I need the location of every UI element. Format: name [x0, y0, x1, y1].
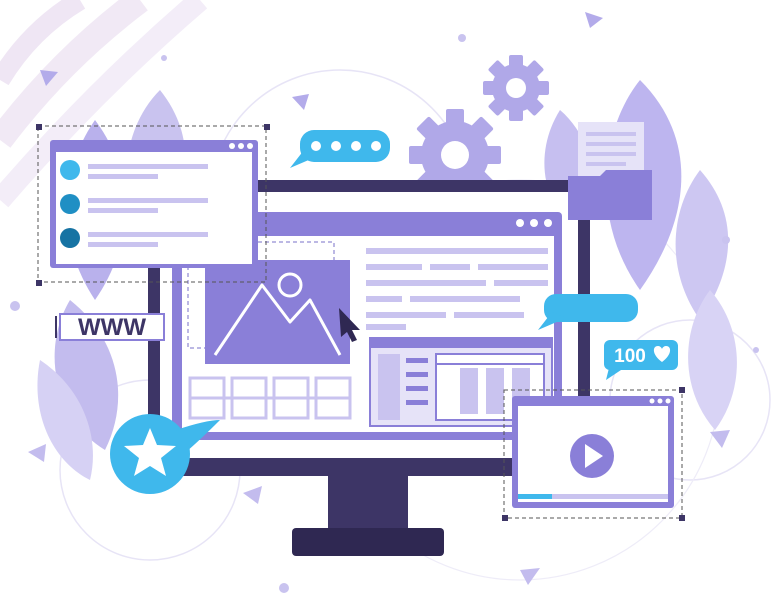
folder-icon — [568, 122, 652, 220]
list-bullet — [60, 228, 80, 248]
decor-triangle — [520, 568, 540, 585]
play-icon[interactable] — [570, 434, 614, 478]
url-badge-text: WWW — [78, 314, 146, 341]
video-window — [502, 387, 685, 521]
mountain-image-icon — [205, 260, 350, 364]
decor-triangle — [28, 444, 46, 462]
window-controls — [516, 219, 552, 227]
decor-dot — [458, 34, 466, 42]
list-bullet — [60, 160, 80, 180]
video-progress-fill — [518, 494, 552, 499]
gear-icon — [409, 55, 549, 201]
decor-dot — [753, 347, 759, 353]
monitor-stand-base — [292, 528, 444, 556]
decor-dot — [161, 55, 167, 61]
decor-dot — [279, 583, 289, 593]
web-development-illustration: WWW 100 — [0, 0, 771, 593]
decor-dot — [722, 236, 730, 244]
typing-dots-icon — [290, 130, 390, 168]
list-bullet — [60, 194, 80, 214]
decor-dot — [10, 301, 20, 311]
monitor-stand-neck — [328, 470, 408, 530]
floating-list-window — [36, 124, 270, 286]
decor-triangle — [585, 12, 603, 28]
url-badge: WWW — [55, 313, 165, 341]
decor-triangle — [243, 486, 262, 504]
decor-triangle — [292, 94, 309, 110]
decor-triangle — [710, 430, 730, 448]
likes-count: 100 — [614, 346, 646, 367]
leaf-shape — [675, 170, 729, 320]
